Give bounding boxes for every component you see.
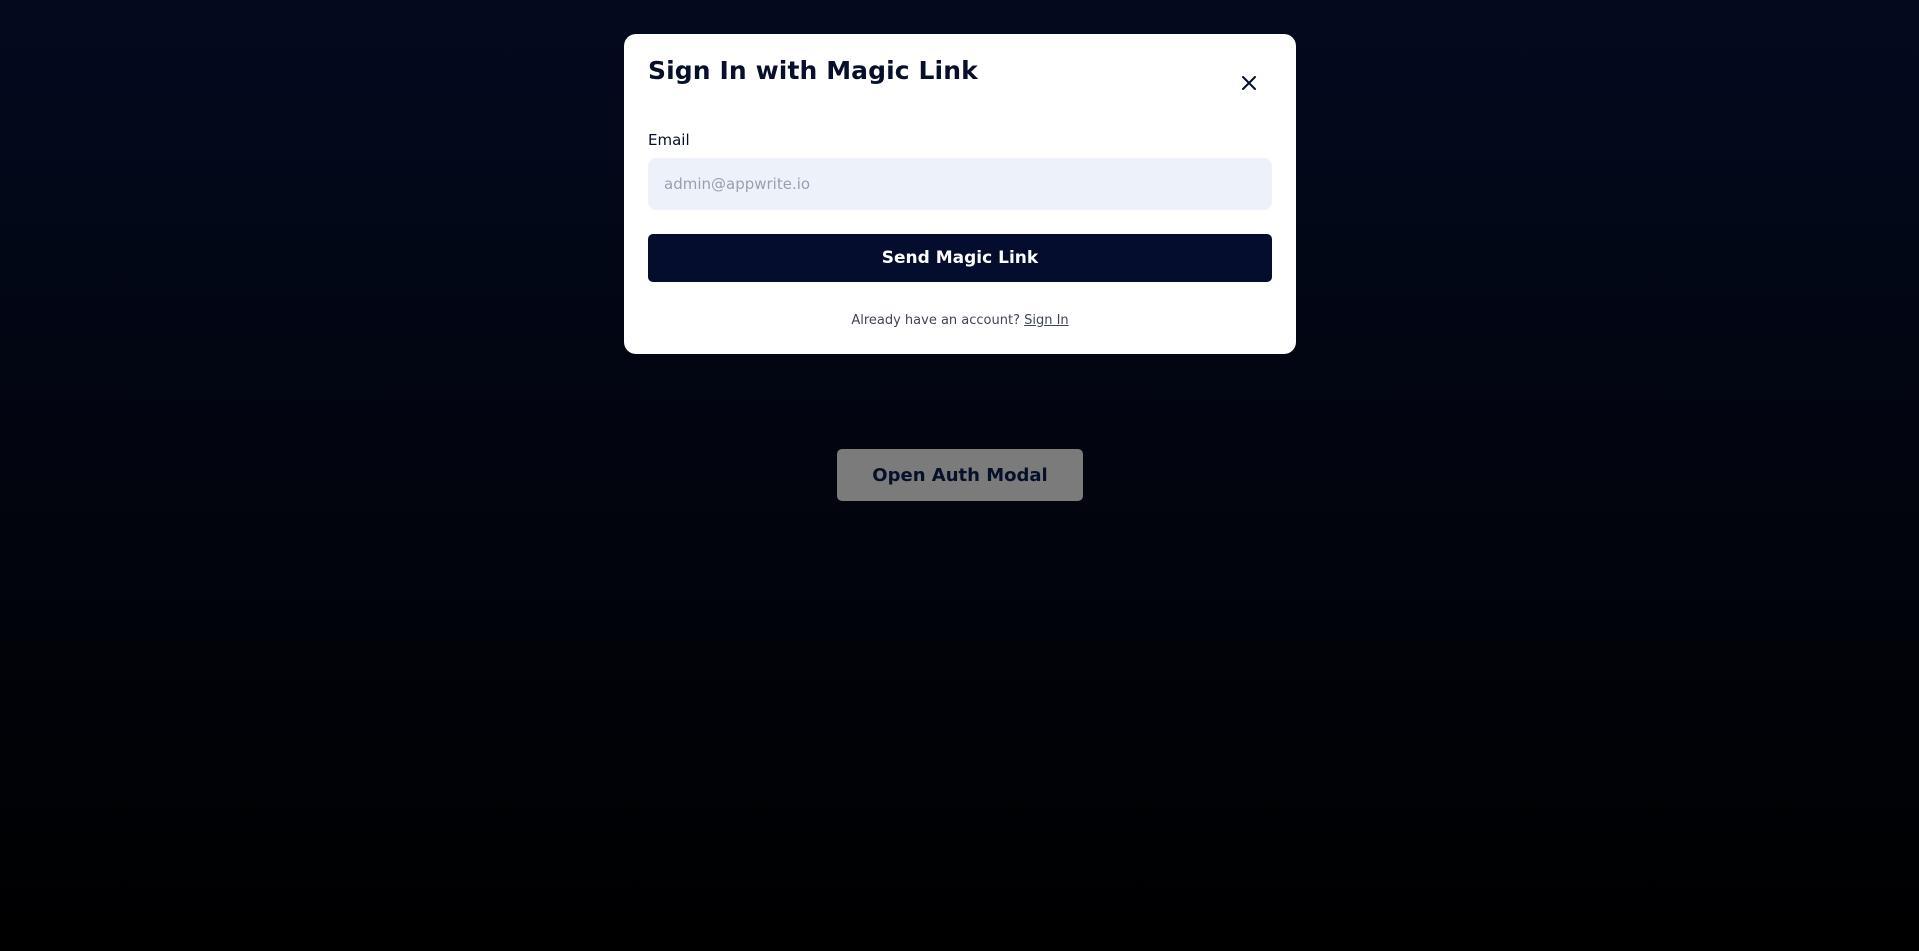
open-auth-modal-button[interactable]: Open Auth Modal <box>837 449 1083 501</box>
send-magic-link-button[interactable]: Send Magic Link <box>648 234 1272 282</box>
signin-prompt-text: Already have an account? <box>851 313 1025 328</box>
modal-title: Sign In with Magic Link <box>648 56 978 85</box>
signin-prompt: Already have an account? Sign In <box>624 313 1296 328</box>
email-input[interactable] <box>648 158 1272 210</box>
signin-link[interactable]: Sign In <box>1024 313 1069 328</box>
email-label: Email <box>648 131 690 149</box>
auth-modal: Sign In with Magic Link Email Send Magic… <box>624 34 1296 354</box>
close-icon <box>1242 75 1256 94</box>
close-button[interactable] <box>1234 69 1264 99</box>
